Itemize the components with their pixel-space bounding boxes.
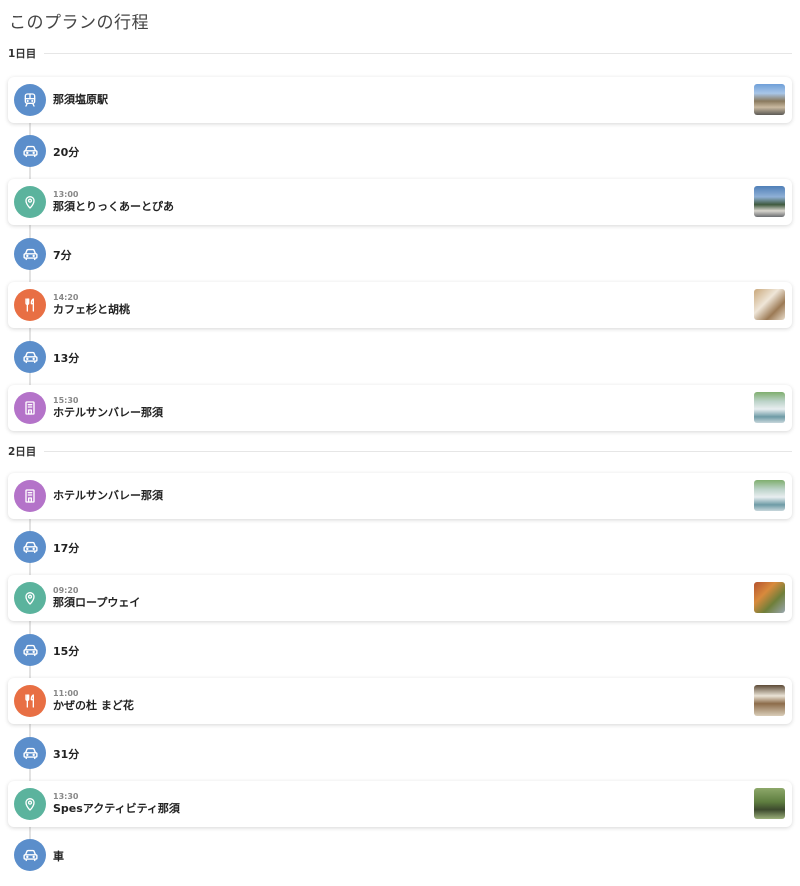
- itinerary-stop-card[interactable]: 09:20 那須ロープウェイ: [8, 575, 792, 621]
- day-label: 2日目: [8, 445, 37, 458]
- travel-segment: 15分: [14, 634, 414, 666]
- timeline-line: [29, 619, 31, 635]
- map-pin-icon: [14, 788, 46, 820]
- timeline-line: [29, 768, 31, 782]
- itinerary-stop-card[interactable]: 13:30 Spesアクティビティ那須: [8, 781, 792, 827]
- stop-thumbnail: [754, 582, 785, 613]
- day-header: 2日目: [8, 444, 792, 458]
- itinerary-stop-card[interactable]: 那須塩原駅: [8, 77, 792, 123]
- stop-info: 09:20 那須ロープウェイ: [53, 575, 140, 621]
- stop-info: 那須塩原駅: [53, 77, 108, 123]
- day-header: 1日目: [8, 46, 792, 60]
- stop-name: カフェ杉と胡桃: [53, 303, 130, 316]
- travel-duration: 31分: [53, 748, 80, 761]
- stop-time: 13:00: [53, 190, 79, 199]
- hotel-icon: [14, 480, 46, 512]
- travel-segment: 車: [14, 839, 414, 871]
- timeline-line: [29, 562, 31, 576]
- timeline-line: [29, 372, 31, 386]
- hotel-icon: [14, 392, 46, 424]
- itinerary-stop-card[interactable]: 11:00 かぜの杜 まど花: [8, 678, 792, 724]
- stop-thumbnail: [754, 480, 785, 511]
- day-label: 1日目: [8, 47, 37, 60]
- travel-duration: 7分: [53, 249, 72, 262]
- car-icon: [14, 634, 46, 666]
- stop-time: 13:30: [53, 792, 79, 801]
- page-title: このプランの行程: [9, 13, 149, 33]
- itinerary-stop-card[interactable]: ホテルサンバレー那須: [8, 473, 792, 519]
- stop-thumbnail: [754, 84, 785, 115]
- stop-info: 14:20 カフェ杉と胡桃: [53, 282, 130, 328]
- timeline-line: [29, 223, 31, 239]
- car-icon: [14, 341, 46, 373]
- stop-time: 14:20: [53, 293, 79, 302]
- stop-thumbnail: [754, 186, 785, 217]
- timeline-line: [29, 166, 31, 180]
- restaurant-icon: [14, 685, 46, 717]
- itinerary-stop-card[interactable]: 15:30 ホテルサンバレー那須: [8, 385, 792, 431]
- stop-time: 15:30: [53, 396, 79, 405]
- day-divider: [44, 450, 792, 452]
- restaurant-icon: [14, 289, 46, 321]
- travel-duration: 13分: [53, 352, 80, 365]
- car-icon: [14, 135, 46, 167]
- travel-duration: 15分: [53, 645, 80, 658]
- timeline-line: [29, 326, 31, 342]
- travel-segment: 20分: [14, 135, 414, 167]
- travel-segment: 13分: [14, 341, 414, 373]
- stop-name: 那須とりっくあーとぴあ: [53, 200, 174, 213]
- car-icon: [14, 839, 46, 871]
- timeline-line: [29, 825, 31, 839]
- stop-name: ホテルサンバレー那須: [53, 489, 163, 502]
- stop-info: 15:30 ホテルサンバレー那須: [53, 385, 163, 431]
- timeline-line: [29, 722, 31, 738]
- day-divider: [44, 52, 792, 54]
- travel-segment: 7分: [14, 238, 414, 270]
- stop-info: 11:00 かぜの杜 まど花: [53, 678, 134, 724]
- stop-name: かぜの杜 まど花: [53, 699, 134, 712]
- stop-name: 那須塩原駅: [53, 93, 108, 106]
- stop-time: 09:20: [53, 586, 79, 595]
- timeline-line: [29, 269, 31, 283]
- car-icon: [14, 737, 46, 769]
- train-icon: [14, 84, 46, 116]
- map-pin-icon: [14, 582, 46, 614]
- car-icon: [14, 531, 46, 563]
- stop-name: ホテルサンバレー那須: [53, 406, 163, 419]
- travel-duration: 17分: [53, 542, 80, 555]
- stop-thumbnail: [754, 392, 785, 423]
- itinerary-stop-card[interactable]: 13:00 那須とりっくあーとぴあ: [8, 179, 792, 225]
- stop-info: ホテルサンバレー那須: [53, 473, 163, 519]
- travel-segment: 31分: [14, 737, 414, 769]
- stop-info: 13:00 那須とりっくあーとぴあ: [53, 179, 174, 225]
- travel-segment: 17分: [14, 531, 414, 563]
- stop-thumbnail: [754, 788, 785, 819]
- stop-thumbnail: [754, 685, 785, 716]
- map-pin-icon: [14, 186, 46, 218]
- stop-time: 11:00: [53, 689, 79, 698]
- itinerary-stop-card[interactable]: 14:20 カフェ杉と胡桃: [8, 282, 792, 328]
- stop-name: Spesアクティビティ那須: [53, 802, 180, 815]
- timeline-line: [29, 665, 31, 679]
- travel-duration: 20分: [53, 146, 80, 159]
- car-icon: [14, 238, 46, 270]
- stop-info: 13:30 Spesアクティビティ那須: [53, 781, 180, 827]
- stop-name: 那須ロープウェイ: [53, 596, 141, 609]
- travel-duration: 車: [53, 850, 64, 863]
- stop-thumbnail: [754, 289, 785, 320]
